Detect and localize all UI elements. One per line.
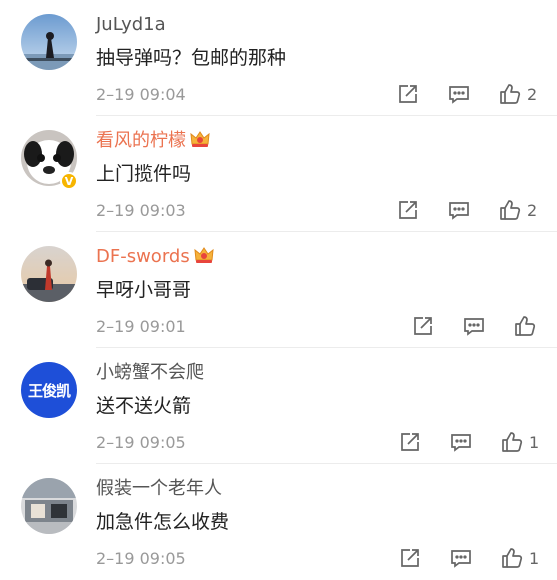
comment-icon bbox=[451, 434, 471, 452]
like-icon bbox=[515, 316, 536, 336]
comment-item: DF-swords 早呀小哥哥 2–19 09:01 bbox=[0, 232, 557, 348]
timestamp: 2–19 09:05 bbox=[96, 549, 186, 568]
comment-button[interactable] bbox=[446, 81, 472, 107]
like-button[interactable] bbox=[512, 313, 538, 339]
comment-text: 加急件怎么收费 bbox=[96, 511, 230, 533]
avatar[interactable] bbox=[21, 14, 77, 70]
timestamp: 2–19 09:04 bbox=[96, 85, 186, 104]
crown-icon bbox=[190, 131, 210, 147]
comment-item: JuLyd1a 抽导弹吗？包邮的那种 2–19 09:04 2 bbox=[0, 0, 557, 116]
timestamp: 2–19 09:03 bbox=[96, 201, 186, 220]
crown-icon bbox=[194, 247, 214, 263]
repost-button[interactable] bbox=[397, 429, 423, 455]
repost-icon bbox=[401, 433, 419, 451]
repost-button[interactable] bbox=[395, 81, 421, 107]
comment-icon bbox=[451, 550, 471, 568]
repost-icon bbox=[399, 201, 417, 219]
timestamp: 2–19 09:01 bbox=[96, 317, 186, 336]
comment-item: 假装一个老年人 加急件怎么收费 2–19 09:05 1 bbox=[0, 464, 557, 580]
like-count: 1 bbox=[529, 549, 540, 568]
avatar-text: 王俊凯 bbox=[27, 381, 71, 400]
comment-text: 送不送火箭 bbox=[96, 395, 192, 417]
avatar[interactable]: 王俊凯 bbox=[21, 362, 77, 418]
comment-text: 抽导弹吗？包邮的那种 bbox=[96, 47, 287, 69]
username[interactable]: JuLyd1a bbox=[96, 13, 166, 37]
like-count: 1 bbox=[529, 433, 540, 452]
username-text: DF-swords bbox=[96, 246, 190, 267]
like-icon bbox=[500, 84, 521, 104]
like-count: 2 bbox=[527, 85, 538, 104]
comment-button[interactable] bbox=[448, 429, 474, 455]
verified-badge-icon: V bbox=[60, 172, 78, 190]
like-button[interactable] bbox=[499, 429, 525, 455]
like-icon bbox=[502, 548, 523, 568]
avatar[interactable] bbox=[21, 478, 77, 534]
repost-icon bbox=[414, 317, 432, 335]
repost-button[interactable] bbox=[397, 545, 423, 571]
username[interactable]: DF-swords bbox=[96, 245, 214, 269]
username[interactable]: 看风的柠檬 bbox=[96, 129, 210, 153]
comment-text: 早呀小哥哥 bbox=[96, 279, 192, 301]
like-count: 2 bbox=[527, 201, 538, 220]
comment-text: 上门揽件吗 bbox=[96, 163, 192, 185]
like-icon bbox=[500, 200, 521, 220]
timestamp: 2–19 09:05 bbox=[96, 433, 186, 452]
comment-item: V 看风的柠檬 上门揽件吗 2–19 09:03 2 bbox=[0, 116, 557, 232]
username[interactable]: 小螃蟹不会爬 bbox=[96, 361, 204, 385]
repost-button[interactable] bbox=[395, 197, 421, 223]
like-button[interactable] bbox=[497, 197, 523, 223]
comment-button[interactable] bbox=[446, 197, 472, 223]
comment-icon bbox=[449, 202, 469, 220]
repost-icon bbox=[399, 85, 417, 103]
avatar[interactable] bbox=[21, 246, 77, 302]
username[interactable]: 假装一个老年人 bbox=[96, 477, 222, 501]
repost-button[interactable] bbox=[410, 313, 436, 339]
like-icon bbox=[502, 432, 523, 452]
repost-icon bbox=[401, 549, 419, 567]
username-text: 看风的柠檬 bbox=[96, 130, 186, 151]
comment-icon bbox=[449, 86, 469, 104]
comment-item: 王俊凯 小螃蟹不会爬 送不送火箭 2–19 09:05 1 bbox=[0, 348, 557, 464]
like-button[interactable] bbox=[497, 81, 523, 107]
like-button[interactable] bbox=[499, 545, 525, 571]
comment-button[interactable] bbox=[448, 545, 474, 571]
comment-button[interactable] bbox=[461, 313, 487, 339]
comment-icon bbox=[464, 318, 484, 336]
